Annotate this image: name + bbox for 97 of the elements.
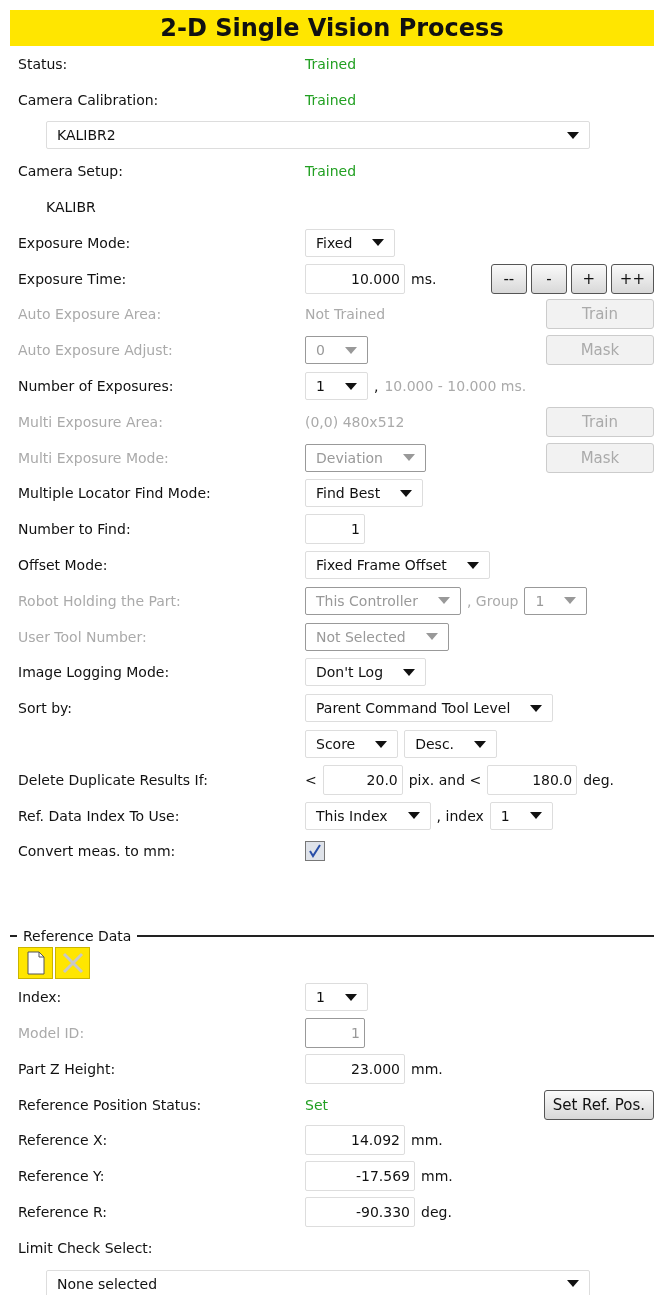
range-text: 10.000 - 10.000 ms. <box>384 378 527 395</box>
input-field[interactable]: -90.330 <box>305 1197 415 1227</box>
field-label: Delete Duplicate Results If: <box>18 771 209 788</box>
dropdown[interactable]: Desc. <box>404 730 498 759</box>
dropdown[interactable]: Fixed <box>305 228 396 257</box>
field-label: Reference Position Status: <box>18 1096 203 1113</box>
panel-title: 2-D Single Vision Process <box>10 10 654 46</box>
field-label: Image Logging Mode: <box>18 664 171 681</box>
field-label: Auto Exposure Adjust: <box>18 342 174 359</box>
field-label: Reference R: <box>18 1204 108 1220</box>
field-text: mm. <box>411 1132 443 1149</box>
section-title: Reference Data <box>23 928 132 945</box>
action-button[interactable]: - <box>530 263 567 294</box>
input-field[interactable]: 20.0 <box>322 764 403 795</box>
input-field[interactable]: 180.0 <box>487 764 578 795</box>
caret-icon <box>344 382 357 390</box>
input-field[interactable]: 10.000 <box>305 263 405 294</box>
input-field[interactable]: -17.569 <box>305 1161 415 1192</box>
field-label: Number to Find: <box>18 521 132 538</box>
field-text: < <box>305 771 317 788</box>
field-label: Camera Setup: <box>18 163 124 180</box>
field-label: Robot Holding the Part: <box>18 592 182 609</box>
input-field[interactable]: 23.000 <box>305 1053 405 1084</box>
dropdown[interactable]: KALIBR2 <box>46 121 590 150</box>
caret-icon <box>403 668 415 676</box>
status-text: Trained <box>305 91 357 108</box>
caret-icon <box>564 597 577 605</box>
setup-name-text: KALIBR <box>46 199 96 216</box>
action-button[interactable]: + <box>570 263 607 294</box>
input-field[interactable]: 14.092 <box>305 1125 405 1156</box>
field-label: Convert meas. to mm: <box>18 843 177 860</box>
field-label: Part Z Height: <box>18 1060 117 1077</box>
dropdown[interactable]: This Index <box>305 801 431 830</box>
dropdown[interactable]: 1 <box>305 983 368 1012</box>
field-label: Exposure Mode: <box>18 234 132 251</box>
field-label: Index: <box>18 989 63 1006</box>
field-label: Limit Check Select: <box>18 1239 154 1256</box>
dropdown[interactable]: Fixed Frame Offset <box>305 551 490 580</box>
caret-icon <box>529 812 542 820</box>
caret-icon <box>344 993 357 1001</box>
status-text: Set <box>305 1096 328 1113</box>
caret-icon <box>466 561 479 569</box>
field-label: Number of Exposures: <box>18 378 175 395</box>
field-label: Auto Exposure Area: <box>18 306 163 323</box>
status-text: Trained <box>305 163 357 180</box>
field-text: ms. <box>411 270 437 287</box>
dropdown[interactable]: 1 <box>305 372 368 401</box>
field-label: Status: <box>18 55 69 72</box>
caret-icon <box>344 346 357 354</box>
caret-icon <box>474 740 487 748</box>
caret-icon <box>407 812 420 820</box>
field-text: pix. and < <box>408 771 482 788</box>
caret-icon <box>375 740 388 748</box>
toolbar-button[interactable] <box>18 947 53 980</box>
field-text: deg. <box>583 771 615 788</box>
new-page-icon <box>26 951 45 976</box>
field-label: User Tool Number: <box>18 628 148 645</box>
field-label: Reference X: <box>18 1132 109 1149</box>
field-text: Not Trained <box>305 306 386 323</box>
status-text: Trained <box>305 55 357 72</box>
caret-icon <box>530 704 543 712</box>
caret-icon <box>402 454 415 462</box>
input-field[interactable]: 1 <box>305 514 365 545</box>
field-label: Multi Exposure Area: <box>18 413 164 430</box>
field-text: , Group <box>466 592 519 609</box>
action-button[interactable]: ++ <box>610 263 654 294</box>
caret-icon <box>400 489 413 497</box>
caret-icon <box>372 239 385 247</box>
field-label: Camera Calibration: <box>18 91 160 108</box>
field-text: (0,0) 480x512 <box>305 413 405 430</box>
caret-icon <box>425 633 438 641</box>
field-text: , index <box>436 807 484 824</box>
delete-icon <box>61 952 84 975</box>
dropdown[interactable]: Score <box>305 730 399 759</box>
field-text: mm. <box>421 1168 453 1185</box>
field-label: Exposure Time: <box>18 270 128 287</box>
caret-icon <box>567 1280 579 1288</box>
action-button[interactable]: Set Ref. Pos. <box>543 1089 654 1120</box>
checkbox[interactable] <box>305 841 325 862</box>
dropdown[interactable]: Parent Command Tool Level <box>305 694 554 723</box>
action-button[interactable]: -- <box>490 263 527 294</box>
field-label: Multi Exposure Mode: <box>18 449 170 466</box>
dropdown[interactable]: None selected <box>46 1269 590 1295</box>
field-label: Model ID: <box>18 1025 86 1041</box>
field-text: deg. <box>421 1204 452 1220</box>
caret-icon <box>567 132 579 139</box>
dropdown[interactable]: 1 <box>489 801 553 830</box>
field-label: Ref. Data Index To Use: <box>18 807 181 824</box>
field-text: , <box>373 378 379 395</box>
field-text: mm. <box>411 1060 443 1077</box>
dropdown[interactable]: Find Best <box>305 479 424 508</box>
dropdown[interactable]: Don't Log <box>305 658 426 687</box>
field-label: Sort by: <box>18 700 74 717</box>
field-label: Reference Y: <box>18 1168 106 1185</box>
caret-icon <box>437 597 450 605</box>
field-label: Multiple Locator Find Mode: <box>18 485 212 502</box>
field-label: Offset Mode: <box>18 557 109 574</box>
